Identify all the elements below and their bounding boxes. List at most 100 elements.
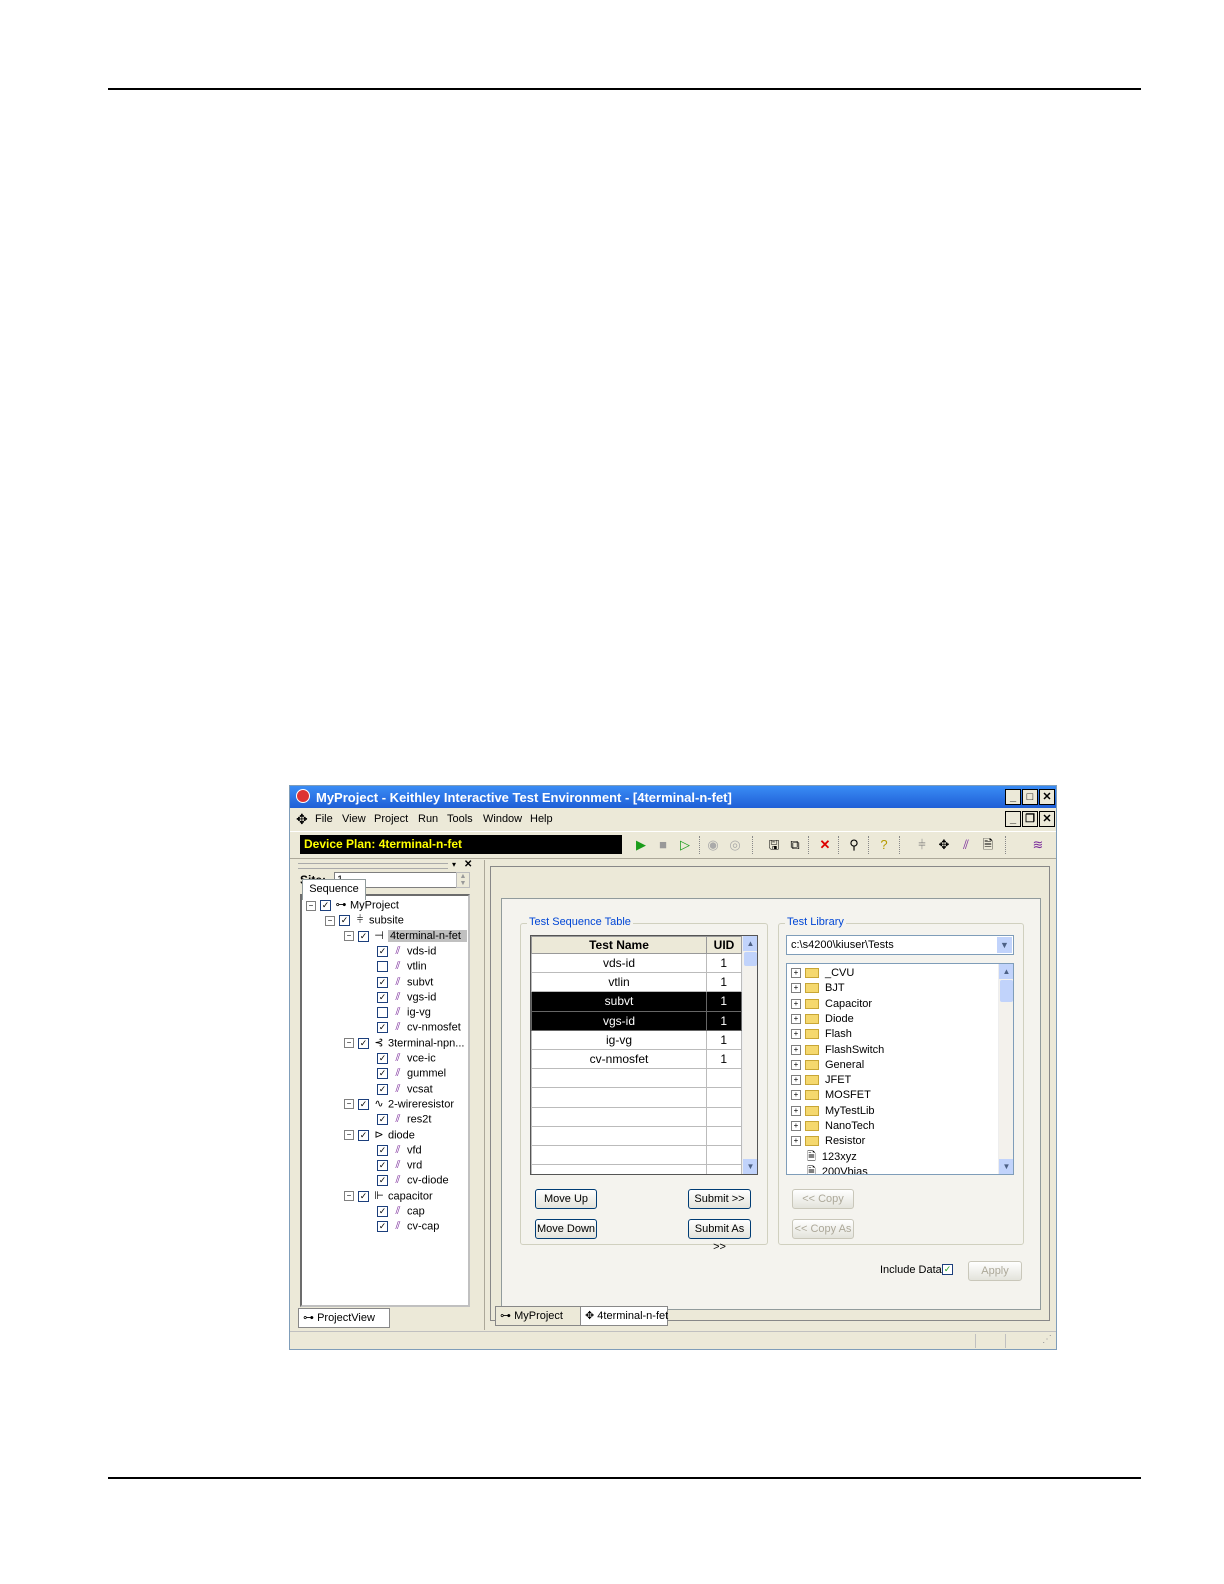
tree-node[interactable]: − ✓ ⊳ diode <box>344 1128 415 1143</box>
tree-checkbox[interactable]: ✓ <box>358 1190 369 1202</box>
library-folder[interactable]: + General <box>791 1058 864 1073</box>
library-folder[interactable]: + Flash <box>791 1027 852 1042</box>
document-icon[interactable]: 🗎 <box>980 837 996 853</box>
expand-icon[interactable]: + <box>791 1105 801 1116</box>
scroll-up-icon[interactable]: ▲ <box>743 936 757 951</box>
expand-icon[interactable]: + <box>791 1136 801 1147</box>
panel-grip[interactable] <box>298 863 448 869</box>
tree-node[interactable]: ✓ ⫽ vds-id <box>363 944 436 959</box>
submit-as-button[interactable]: Submit As >> <box>688 1219 751 1253</box>
expand-icon[interactable]: + <box>791 1059 801 1070</box>
expand-icon[interactable]: + <box>791 1029 801 1040</box>
sequence-scrollbar[interactable]: ▲ ▼ <box>742 936 757 1174</box>
expand-icon[interactable]: + <box>791 968 801 979</box>
menu-project[interactable]: Project <box>374 813 408 825</box>
library-folder[interactable]: + MyTestLib <box>791 1104 875 1119</box>
table-row[interactable]: ig-vg 1 <box>531 1029 742 1050</box>
library-scrollbar[interactable]: ▲ ▼ <box>998 964 1013 1174</box>
table-row[interactable]: vgs-id 1 <box>531 1010 742 1031</box>
table-row[interactable]: subvt 1 <box>531 991 742 1012</box>
append-run-icon[interactable]: ▷ <box>677 837 693 853</box>
tree-checkbox[interactable]: ✓ <box>377 945 388 957</box>
collapse-icon[interactable]: − <box>344 1099 354 1110</box>
tree-checkbox[interactable]: ✓ <box>339 915 350 927</box>
library-folder[interactable]: + NanoTech <box>791 1119 875 1134</box>
site-spinner[interactable]: ▲ ▼ <box>456 872 470 888</box>
tab-project-view[interactable]: ⊶ ProjectView <box>298 1308 390 1328</box>
library-folder[interactable]: + JFET <box>791 1073 851 1088</box>
tree-node[interactable]: ✓ ⫽ vfd <box>363 1143 422 1158</box>
tree-node[interactable]: ✓ ⫽ cv-diode <box>363 1173 449 1188</box>
scroll-down-icon[interactable]: ▼ <box>999 1159 1013 1174</box>
copy-button[interactable]: << Copy <box>792 1189 854 1209</box>
delete-icon[interactable]: ✕ <box>817 837 833 853</box>
move-up-button[interactable]: Move Up <box>535 1189 597 1209</box>
tree-node[interactable]: ✓ ⫽ vgs-id <box>363 990 436 1005</box>
collapse-icon[interactable]: − <box>344 1130 354 1140</box>
minimize-button[interactable]: _ <box>1005 789 1021 805</box>
tree-node[interactable]: − ✓ ⫩ subsite <box>325 913 404 928</box>
tree-node[interactable]: ✓ ⫽ subvt <box>363 975 433 990</box>
expand-icon[interactable]: + <box>791 1013 801 1024</box>
expand-icon[interactable]: + <box>791 1075 801 1086</box>
scroll-thumb[interactable] <box>744 952 757 966</box>
tree-checkbox[interactable]: ✓ <box>377 1053 388 1064</box>
table-row[interactable]: vds-id 1 <box>531 952 742 974</box>
tree-node[interactable]: ✓ ⫽ vcsat <box>363 1082 433 1097</box>
subsite-icon[interactable]: ⫩ <box>914 837 930 853</box>
panel-close-icon[interactable]: ✕ <box>464 859 472 870</box>
collapse-icon[interactable]: − <box>344 931 354 942</box>
tree-node[interactable]: ✓ ⫽ res2t <box>363 1112 431 1127</box>
test-icon[interactable]: ⫽ <box>958 837 974 853</box>
menu-file[interactable]: File <box>315 813 333 825</box>
table-row[interactable]: cv-nmosfet 1 <box>531 1048 742 1070</box>
tree-node[interactable]: ⫽ vtlin <box>363 959 427 974</box>
tree-checkbox[interactable]: ✓ <box>320 900 331 911</box>
tree-checkbox[interactable]: ✓ <box>377 1175 388 1187</box>
search-icon[interactable]: ⚲ <box>846 837 862 853</box>
mdi-minimize-button[interactable]: _ <box>1005 811 1021 827</box>
menu-help[interactable]: Help <box>530 813 553 825</box>
save-icon[interactable]: 🖫 <box>766 837 782 853</box>
library-path-select[interactable]: c:\s4200\kiuser\Tests ▼ <box>786 935 1014 955</box>
tree-checkbox[interactable]: ✓ <box>377 1083 388 1095</box>
tree-checkbox[interactable]: ✓ <box>377 1144 388 1156</box>
library-folder[interactable]: + MOSFET <box>791 1088 871 1103</box>
library-folder[interactable]: + Capacitor <box>791 997 872 1012</box>
graph-icon[interactable]: ≋ <box>1030 837 1046 853</box>
cycle-icon[interactable]: ◎ <box>727 837 743 853</box>
scroll-down-icon[interactable]: ▼ <box>743 1159 757 1174</box>
tree-node[interactable]: ✓ ⫽ gummel <box>363 1066 446 1081</box>
title-bar[interactable]: MyProject - Keithley Interactive Test En… <box>290 786 1056 808</box>
library-folder[interactable]: + FlashSwitch <box>791 1043 884 1058</box>
stop-icon[interactable]: ■ <box>655 837 671 853</box>
tree-node[interactable]: ✓ ⫽ cap <box>363 1204 425 1219</box>
save-all-icon[interactable]: ⧉ <box>787 837 803 853</box>
collapse-icon[interactable]: − <box>325 915 335 926</box>
collapse-icon[interactable]: − <box>344 1038 354 1049</box>
library-file[interactable]: 🗎 123xyz <box>807 1150 857 1165</box>
library-folder[interactable]: + BJT <box>791 981 845 996</box>
size-grip-icon[interactable]: ⋰ <box>1042 1334 1052 1345</box>
menu-tools[interactable]: Tools <box>447 813 473 825</box>
tab-sequence[interactable]: Sequence <box>302 879 366 900</box>
tree-node[interactable]: ✓ ⫽ vrd <box>363 1158 422 1173</box>
menu-run[interactable]: Run <box>418 813 438 825</box>
tree-node[interactable]: ✓ ⫽ cv-cap <box>363 1219 439 1234</box>
copy-as-button[interactable]: << Copy As <box>792 1219 854 1239</box>
col-uid[interactable]: UID <box>706 936 742 954</box>
tree-checkbox[interactable]: ✓ <box>377 1160 388 1172</box>
tree-checkbox[interactable] <box>377 1007 388 1019</box>
tree-node[interactable]: − ✓ ∿ 2-wireresistor <box>344 1097 454 1112</box>
close-button[interactable]: ✕ <box>1039 789 1055 805</box>
run-icon[interactable]: ▶ <box>633 837 649 853</box>
mdi-close-button[interactable]: ✕ <box>1039 811 1055 827</box>
help-icon[interactable]: ? <box>876 837 892 853</box>
library-folder[interactable]: + Resistor <box>791 1134 865 1149</box>
app-icon[interactable] <box>296 789 310 803</box>
chevron-down-icon[interactable]: ▼ <box>997 937 1012 953</box>
tab-myproject[interactable]: ⊶ MyProject <box>495 1306 581 1326</box>
library-folder[interactable]: + _CVU <box>791 966 854 981</box>
tree-node[interactable]: − ✓ ⊰ 3terminal-npn... <box>344 1036 464 1051</box>
tree-node[interactable]: − ✓ ⊶ MyProject <box>306 898 399 913</box>
